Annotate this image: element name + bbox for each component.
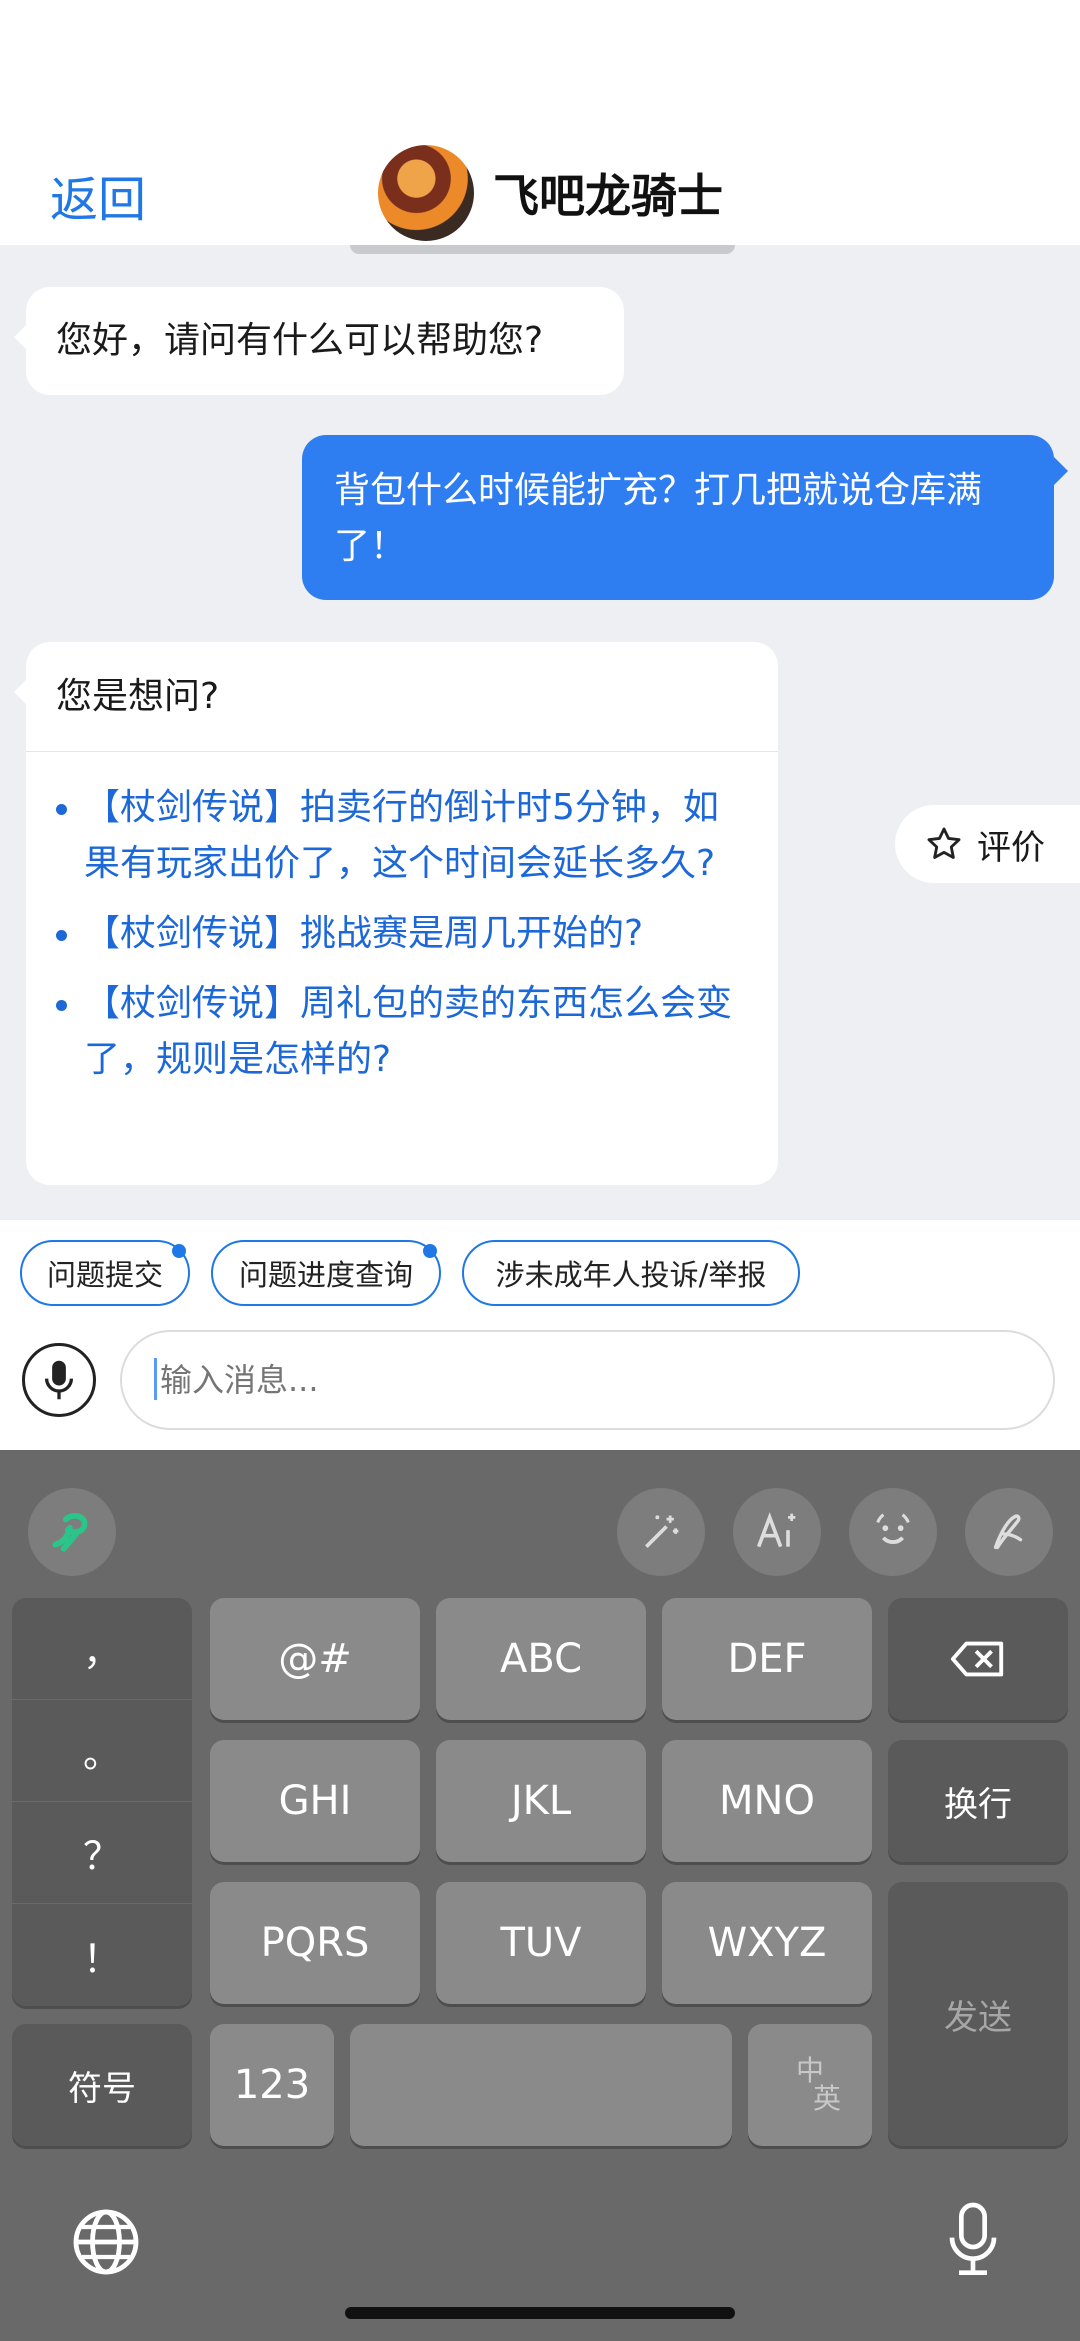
page-title: 飞吧龙骑士 [493, 168, 723, 223]
key-wxyz[interactable]: WXYZ [662, 1882, 872, 2004]
keyboard: ， 。 ？ ！ @# ABC DEF GHI JKL MNO 换行 PQRS T… [0, 1450, 1080, 2341]
back-button[interactable]: 返回 [50, 160, 146, 230]
backspace-icon [950, 1641, 1004, 1677]
rate-label: 评价 [977, 827, 1045, 868]
globe-button[interactable] [70, 2206, 142, 2282]
chat-area: 您好，请问有什么可以帮助您? 背包什么时候能扩充？打几把就说仓库满了！ 您是想问… [0, 245, 1080, 1220]
magic-wand-icon [645, 1515, 679, 1548]
microphone-icon [44, 1360, 74, 1400]
input-area: 问题提交 问题进度查询 涉未成年人投诉/举报 [0, 1220, 1080, 1450]
emoji-button[interactable] [849, 1488, 937, 1576]
microphone-icon [949, 2202, 997, 2275]
punct-key-comma[interactable]: ， [12, 1598, 192, 1700]
suggestion-list: 【杖剑传说】拍卖行的倒计时5分钟，如果有玩家出价了，这个时间会延长多久? 【杖剑… [26, 752, 778, 1088]
lang-top-label: 中 [795, 2054, 824, 2087]
top-bar: 返回 飞吧龙骑士 [0, 0, 1080, 245]
quick-action-progress[interactable]: 问题进度查询 [211, 1240, 441, 1306]
key-ghi[interactable]: GHI [210, 1740, 420, 1862]
avatar [375, 141, 477, 244]
key-def[interactable]: DEF [662, 1598, 872, 1720]
symbol-key[interactable]: 符号 [12, 2024, 192, 2146]
quick-action-label: 涉未成年人投诉/举报 [495, 1258, 767, 1292]
lang-bottom-label: 英 [812, 2082, 841, 2115]
magic-wand-button[interactable] [617, 1488, 705, 1576]
star-outline-icon [927, 827, 961, 859]
send-key[interactable]: 发送 [888, 1882, 1068, 2146]
suggestion-link[interactable]: 【杖剑传说】周礼包的卖的东西怎么会变了，规则是怎样的? [54, 976, 748, 1088]
key-pqrs[interactable]: PQRS [210, 1882, 420, 2004]
key-mno[interactable]: MNO [662, 1740, 872, 1862]
quick-action-submit[interactable]: 问题提交 [20, 1240, 190, 1306]
globe-icon [73, 2209, 139, 2275]
suggestion-title: 您是想问? [26, 642, 778, 752]
backspace-key[interactable] [888, 1598, 1068, 1720]
user-message: 背包什么时候能扩充？打几把就说仓库满了！ [302, 435, 1068, 600]
key-abc[interactable]: ABC [436, 1598, 646, 1720]
key-tuv[interactable]: TUV [436, 1882, 646, 2004]
keyboard-logo-icon [52, 1512, 88, 1552]
key-symbols[interactable]: @# [210, 1598, 420, 1720]
text-cursor [154, 1358, 157, 1400]
newline-key[interactable]: 换行 [888, 1740, 1068, 1862]
ai-text-button[interactable] [733, 1488, 821, 1576]
emoji-face-icon [876, 1513, 910, 1544]
dictation-button[interactable] [945, 2200, 1001, 2284]
bot-message-greeting: 您好，请问有什么可以帮助您? [14, 287, 624, 395]
ai-text-icon [756, 1512, 796, 1548]
quick-action-report[interactable]: 涉未成年人投诉/举报 [462, 1240, 800, 1306]
punct-key-question[interactable]: ？ [12, 1802, 192, 1904]
keyboard-brand-button[interactable] [28, 1488, 116, 1576]
punct-key-exclaim[interactable]: ！ [12, 1904, 192, 2006]
quick-action-label: 问题提交 [46, 1258, 163, 1292]
bot-greeting-text: 您好，请问有什么可以帮助您? [56, 320, 544, 361]
rate-button[interactable]: 评价 [895, 805, 1080, 883]
suggestion-link[interactable]: 【杖剑传说】拍卖行的倒计时5分钟，如果有玩家出价了，这个时间会延长多久? [54, 780, 748, 892]
numbers-key[interactable]: 123 [210, 2024, 334, 2146]
handwriting-icon [993, 1514, 1023, 1550]
punctuation-column[interactable]: ， 。 ？ ！ [12, 1598, 192, 2006]
home-indicator [345, 2307, 735, 2319]
bot-message-suggestions: 您是想问? 【杖剑传说】拍卖行的倒计时5分钟，如果有玩家出价了，这个时间会延长多… [14, 642, 778, 1185]
notification-dot [423, 1244, 437, 1258]
key-jkl[interactable]: JKL [436, 1740, 646, 1862]
chat-title-group: 飞吧龙骑士 [375, 140, 723, 245]
suggestion-link[interactable]: 【杖剑传说】挑战赛是周几开始的? [54, 906, 748, 962]
space-key[interactable] [350, 2024, 732, 2146]
language-switch-key[interactable]: 中 英 [748, 2024, 872, 2146]
message-input[interactable] [120, 1330, 1055, 1430]
notification-dot [172, 1244, 186, 1258]
user-message-text: 背包什么时候能扩充？打几把就说仓库满了！ [334, 470, 983, 567]
voice-input-button[interactable] [22, 1343, 96, 1417]
handwriting-button[interactable] [965, 1488, 1053, 1576]
quick-action-label: 问题进度查询 [238, 1258, 413, 1292]
punct-key-period[interactable]: 。 [12, 1700, 192, 1802]
